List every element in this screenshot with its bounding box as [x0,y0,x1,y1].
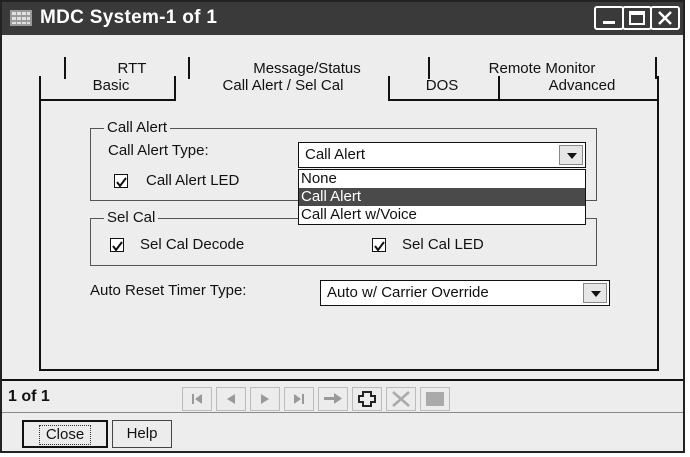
option-call-alert-w-voice[interactable]: Call Alert w/Voice [299,206,585,224]
record-navigation-bar: 1 of 1 [2,385,683,411]
checkmark-icon [116,177,127,188]
chevron-down-icon[interactable] [583,283,607,303]
call-alert-led-checkbox[interactable] [114,174,128,188]
plus-icon [358,391,376,407]
first-record-icon [192,394,202,404]
active-tab-connector [176,97,388,101]
call-alert-type-value: Call Alert [305,146,366,163]
auto-reset-timer-value: Auto w/ Carrier Override [327,284,489,301]
auto-reset-timer-dropdown[interactable]: Auto w/ Carrier Override [320,280,610,306]
save-block-icon [426,392,444,406]
tab-basic[interactable]: Basic [52,77,170,99]
checkmark-icon [374,241,385,252]
last-record-button[interactable] [284,387,314,411]
delete-x-icon [392,391,410,407]
last-record-icon [294,394,304,404]
sel-cal-decode-label: Sel Cal Decode [140,236,245,253]
previous-record-button[interactable] [216,387,246,411]
call-alert-type-options-list[interactable]: None Call Alert Call Alert w/Voice [298,169,586,225]
chevron-down-icon[interactable] [559,145,583,165]
sel-cal-group-title: Sel Cal [104,209,159,226]
option-call-alert[interactable]: Call Alert [299,188,585,206]
arrow-right-icon [324,393,342,404]
maximize-button[interactable] [622,6,652,30]
sel-cal-led-label: Sel Cal LED [402,236,484,253]
next-icon [261,394,269,404]
tab-divider [428,57,430,79]
close-button-label: Close [38,425,92,445]
tab-divider [39,76,41,100]
tab-divider [188,57,190,79]
minimize-button[interactable] [594,6,624,30]
tab-dos[interactable]: DOS [392,77,492,99]
minimize-icon [603,21,615,24]
maximize-icon [629,11,645,25]
window-title: MDC System-1 of 1 [40,7,218,28]
call-alert-led-label: Call Alert LED [146,172,240,189]
button-bar-divider [2,412,683,413]
window-close-button[interactable] [650,6,680,30]
call-alert-group-title: Call Alert [104,119,171,136]
help-button[interactable]: Help [112,420,172,448]
add-record-button[interactable] [352,387,382,411]
call-alert-type-label: Call Alert Type: [108,142,209,159]
checkmark-icon [112,241,123,252]
tab-divider [64,57,66,79]
first-record-button[interactable] [182,387,212,411]
sel-cal-decode-checkbox[interactable] [110,238,124,252]
title-bar[interactable]: MDC System-1 of 1 [2,2,683,35]
tab-divider [657,76,659,100]
goto-record-button[interactable] [318,387,348,411]
auto-reset-timer-label: Auto Reset Timer Type: [90,282,247,299]
tab-advanced[interactable]: Advanced [502,77,662,99]
close-icon [658,11,672,25]
next-record-button[interactable] [250,387,280,411]
app-grid-icon [10,10,32,26]
call-alert-type-dropdown[interactable]: Call Alert [298,142,586,168]
delete-record-button[interactable] [386,387,416,411]
sel-cal-led-checkbox[interactable] [372,238,386,252]
tab-call-alert-sel-cal[interactable]: Call Alert / Sel Cal [178,77,388,99]
close-button[interactable]: Close [22,420,108,448]
nav-divider [2,379,683,381]
save-record-button[interactable] [420,387,450,411]
previous-icon [227,394,235,404]
tab-divider [388,76,390,100]
option-none[interactable]: None [299,170,585,188]
tab-divider [498,76,500,100]
record-status: 1 of 1 [8,388,50,405]
mdc-system-window: MDC System-1 of 1 RTT Message/Status Rem… [0,0,685,453]
